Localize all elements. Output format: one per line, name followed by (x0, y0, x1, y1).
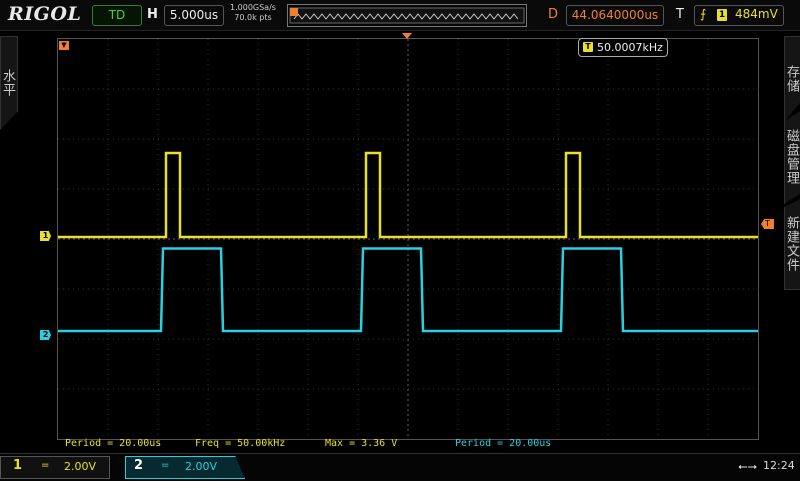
graticule (58, 39, 758, 439)
brand-logo: RIGOL (8, 3, 82, 25)
ch2-settings[interactable]: 2 = 2.00V (125, 456, 245, 479)
ch1-number: 1 (13, 458, 23, 473)
usb-icon: ⭠⭢ (738, 459, 758, 473)
ch1-scale: 2.00V (64, 460, 97, 473)
trigger-position-icon (402, 33, 412, 39)
frequency-value: 50.0007kHz (597, 41, 663, 54)
delay-label: D (548, 7, 559, 22)
timebase-value[interactable]: 5.000us (164, 5, 224, 26)
memory-waveform-thumbnail (289, 7, 525, 24)
disk-management-tab[interactable]: 磁盘管理 (784, 110, 800, 204)
waveform-plot (58, 39, 758, 439)
clock: 12:24 (763, 459, 795, 472)
dc-coupling-icon: = (41, 460, 50, 471)
ch1-offset-marker[interactable]: 1 (40, 231, 51, 241)
dc-coupling-icon: = (161, 460, 170, 471)
storage-menu-tab[interactable]: 存储 (784, 36, 800, 122)
memory-depth: 70.0k pts (234, 13, 272, 22)
status-bar (0, 453, 800, 481)
trigger-level: 484mV (735, 7, 778, 21)
measurement-max-ch1: Max = 3.36 V (325, 438, 398, 449)
horizontal-menu-tab[interactable]: 水平 (0, 36, 18, 130)
rising-edge-icon: ⨍ (700, 7, 707, 21)
trigger-settings[interactable]: ⨍ 1 484mV (694, 5, 784, 26)
delay-value[interactable]: 44.0640000us (566, 5, 664, 26)
trigger-source-badge: 1 (717, 9, 727, 21)
horizontal-label: H (147, 7, 158, 22)
ch1-settings[interactable]: 1 = 2.00V (0, 456, 110, 479)
ch2-offset-marker[interactable]: 2 (40, 330, 51, 340)
counter-channel-badge: T (583, 42, 593, 52)
measurement-period-ch1: Period = 20.00us (65, 438, 162, 449)
measurement-period-ch2: Period = 20.00us (455, 438, 552, 449)
time-marker-icon: ▼ (59, 41, 69, 50)
waveform-display[interactable] (57, 38, 759, 440)
memory-overview-bar[interactable] (287, 4, 527, 27)
sample-info: 1.000GSa/s 70.0k pts (230, 3, 276, 23)
trigger-level-marker[interactable]: T (761, 219, 774, 229)
trigger-label: T (676, 7, 684, 22)
measurement-frequency-ch1: Freq = 50.00kHz (195, 438, 286, 449)
frequency-counter: T 50.0007kHz (578, 38, 668, 57)
run-mode-badge[interactable]: TD (92, 5, 142, 26)
ch2-number: 2 (134, 458, 144, 473)
new-file-tab[interactable]: 新建文件 (784, 198, 800, 290)
ch2-scale: 2.00V (185, 460, 218, 473)
sample-rate: 1.000GSa/s (230, 3, 276, 12)
